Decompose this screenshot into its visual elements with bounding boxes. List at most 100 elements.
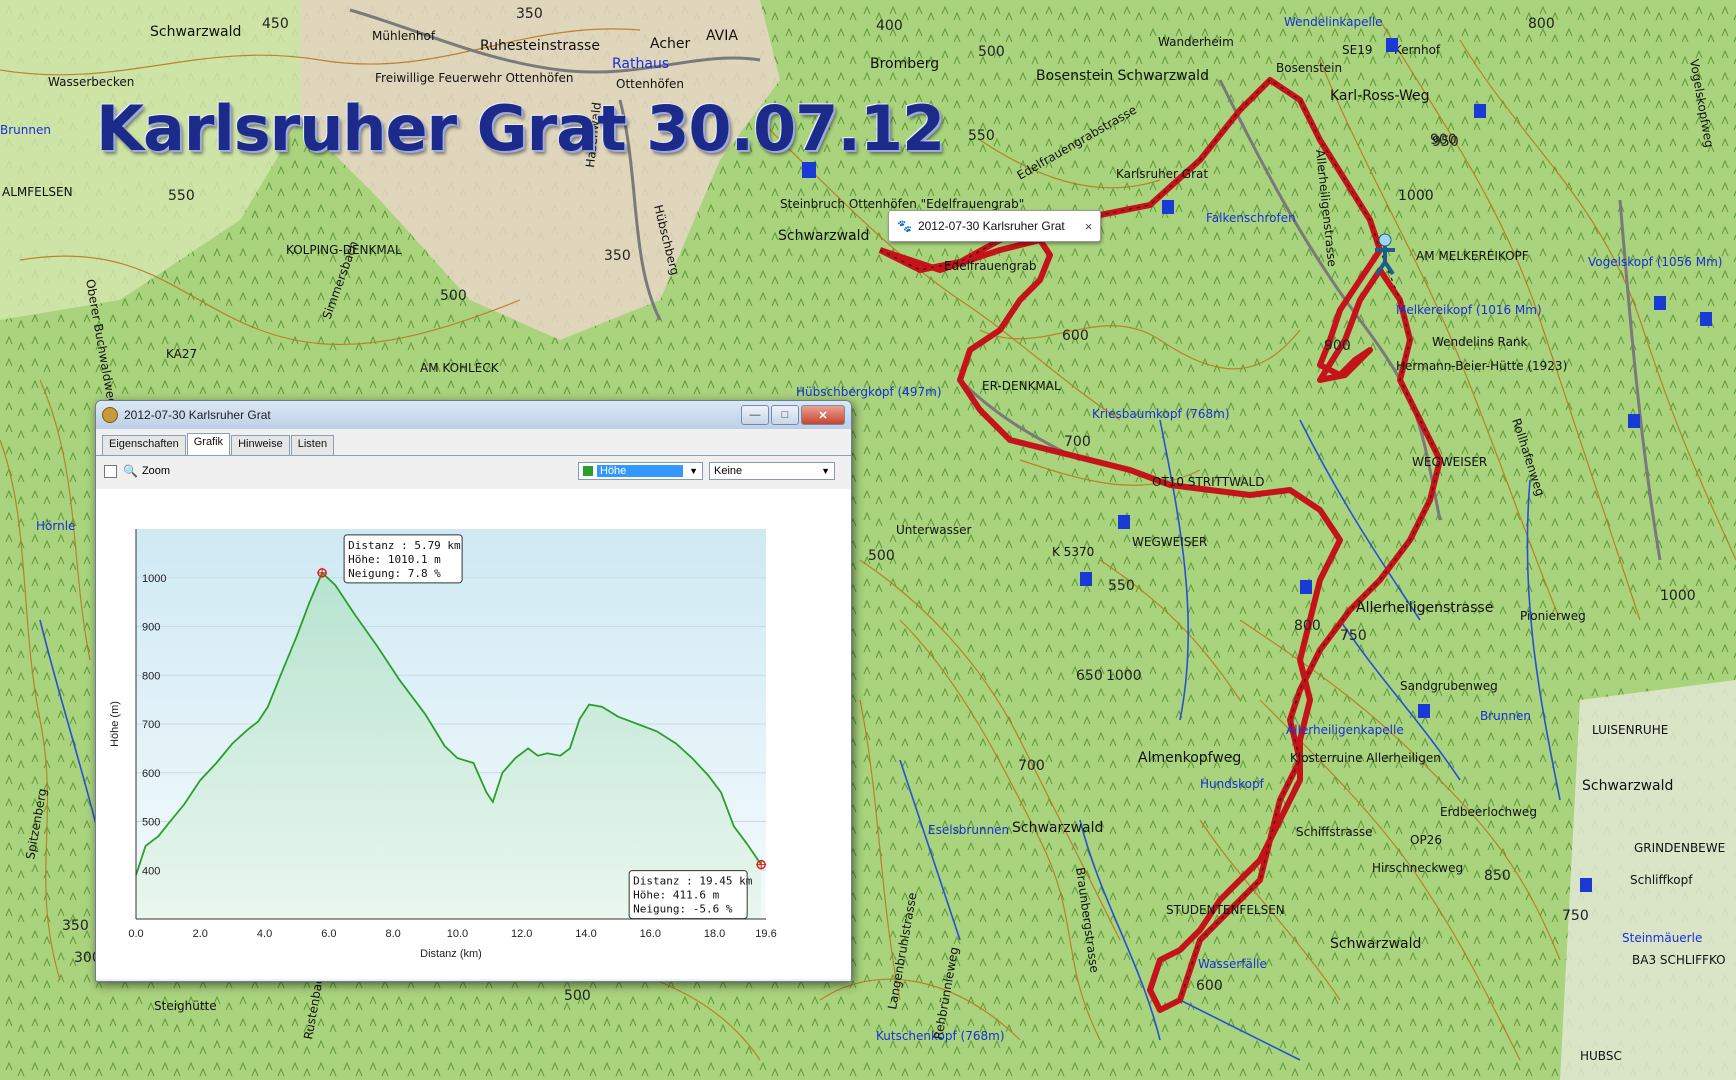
label-road: Hirschneckweg (1372, 861, 1463, 875)
label-road: Allerheiligenstrasse (1356, 600, 1493, 616)
label-poi: AM KOHLECK (420, 361, 500, 375)
label-road: Ruhesteinstrasse (480, 38, 600, 54)
x-tick-label: 12.0 (511, 928, 532, 940)
zoom-checkbox[interactable] (104, 464, 117, 478)
label-poi: Wendelinkapelle (1284, 15, 1383, 29)
svg-text:550: 550 (168, 188, 195, 204)
label-poi: STUDENTENFELSEN (1166, 903, 1285, 917)
label-peak: Schliffkopf (1630, 873, 1693, 887)
label-place: Wanderheim (1158, 35, 1234, 49)
label-poi: KA27 (166, 347, 197, 361)
x-tick-label: 4.0 (257, 928, 272, 940)
y-tick-label: 400 (142, 865, 160, 877)
label-poi: Brunnen (0, 123, 51, 137)
label-place: Schwarzwald (778, 228, 869, 244)
label-poi: BA3 SCHLIFFKO (1632, 953, 1726, 967)
y-tick-label: 700 (142, 719, 160, 731)
svg-text:1000: 1000 (1106, 668, 1142, 684)
compare-select[interactable]: Keine ▼ (709, 462, 835, 480)
track-icon: 🐾 (897, 219, 912, 233)
svg-text:800: 800 (1294, 618, 1321, 634)
svg-text:500: 500 (978, 44, 1005, 60)
annotation-text: Höhe: 411.6 m (633, 889, 719, 902)
label-poi: Wendelins Rank (1432, 335, 1528, 349)
x-axis-label: Distanz (km) (420, 948, 482, 960)
svg-text:350: 350 (516, 6, 543, 22)
tab-grafik[interactable]: Grafik (186, 433, 231, 455)
x-tick-label: 6.0 (321, 928, 336, 940)
window-title: 2012-07-30 Karlsruher Grat (124, 408, 271, 422)
label-poi: Brunnen (1480, 709, 1531, 723)
svg-text:1000: 1000 (1398, 188, 1434, 204)
label-poi: ER-DENKMAL (982, 379, 1061, 393)
series-select[interactable]: Höhe ▼ (578, 462, 703, 480)
label-peak: Hörnle (36, 519, 75, 533)
zoom-label: Zoom (141, 465, 171, 477)
label-poi: GRINDENBEWE (1634, 841, 1725, 855)
label-poi: OT10 STRITTWALD (1152, 475, 1264, 489)
svg-text:1000: 1000 (1660, 588, 1696, 604)
track-callout[interactable]: 🐾 2012-07-30 Karlsruher Grat × (888, 210, 1102, 242)
window-titlebar[interactable]: 2012-07-30 Karlsruher Grat — □ ✕ (96, 401, 851, 429)
label-place: Schwarzwald (1330, 936, 1421, 952)
annotation-text: Distanz : 5.79 km (348, 539, 461, 552)
label-poi: OP26 (1410, 833, 1442, 847)
tab-bar: Eigenschaften Grafik Hinweise Listen (96, 429, 851, 456)
label-road: Karl-Ross-Weg (1330, 88, 1429, 104)
svg-text:400: 400 (876, 18, 903, 34)
label-poi: Freiwillige Feuerwehr Ottenhöfen (375, 71, 574, 85)
tab-eigenschaften[interactable]: Eigenschaften (102, 435, 186, 455)
label-peak: Melkereikopf (1016 Mm) (1396, 303, 1542, 317)
close-button[interactable]: ✕ (801, 405, 845, 425)
label-poi: Falkenschrofen (1206, 211, 1296, 225)
svg-text:350: 350 (604, 248, 631, 264)
label-place: Bosenstein Schwarzwald (1036, 68, 1209, 84)
minimize-button[interactable]: — (741, 405, 769, 425)
maximize-button[interactable]: □ (771, 405, 799, 425)
x-tick-label: 19.6 (755, 928, 776, 940)
label-poi: Rathaus (612, 56, 669, 72)
label-poi: SE19 (1342, 43, 1372, 57)
label-peak: Vogelskopf (1056 Mm) (1588, 255, 1722, 269)
tab-hinweise[interactable]: Hinweise (231, 435, 290, 455)
label-road: Sandgrubenweg (1400, 679, 1498, 693)
label-poi: Steinmäuerle (1622, 931, 1702, 945)
close-icon[interactable]: × (1085, 219, 1093, 234)
series-select-value: Höhe (597, 465, 683, 477)
x-tick-label: 8.0 (385, 928, 400, 940)
tab-listen[interactable]: Listen (290, 435, 335, 455)
label-road: K 5370 (1052, 545, 1094, 559)
elevation-chart[interactable]: 0.0 2.0 4.0 6.0 8.0 10.0 12.0 14.0 16.0 18.0 19.6 4… (96, 489, 851, 979)
label-road: Pionierweg (1520, 609, 1586, 623)
svg-text:900: 900 (1324, 338, 1351, 354)
label-poi: Steinbruch Ottenhöfen "Edelfrauengrab" (780, 197, 1024, 211)
x-tick-label: 0.0 (128, 928, 143, 940)
x-tick-label: 2.0 (193, 928, 208, 940)
svg-text:550: 550 (968, 128, 995, 144)
svg-text:700: 700 (1018, 758, 1045, 774)
svg-text:750: 750 (1340, 628, 1367, 644)
label-place: Ottenhöfen (616, 77, 684, 91)
label-poi: Edelfrauengrab (944, 259, 1037, 273)
label-poi: Karlsruher Grat (1116, 167, 1208, 181)
map-title: Karlsruher Grat 30.07.12 (96, 92, 945, 165)
label-poi: LUISENRUHE (1592, 723, 1668, 737)
label-place: Mühlenhof (372, 29, 436, 43)
svg-text:950: 950 (1432, 134, 1459, 150)
label-poi: Allerheiligenkapelle (1286, 723, 1404, 737)
label-road: Schiffstrasse (1296, 825, 1373, 839)
label-poi: Eselsbrunnen (928, 823, 1009, 837)
elevation-profile-window[interactable]: 2012-07-30 Karlsruher Grat — □ ✕ Eigensc… (95, 400, 852, 982)
x-tick-label: 14.0 (575, 928, 596, 940)
label-poi: Steighütte (154, 999, 217, 1013)
y-tick-label: 800 (142, 670, 160, 682)
annotation-text: Höhe: 1010.1 m (348, 553, 441, 566)
x-tick-label: 18.0 (704, 928, 725, 940)
svg-text:350: 350 (62, 918, 89, 934)
label-place: Unterwasser (896, 523, 971, 537)
label-place: Schwarzwald (1582, 778, 1673, 794)
label-road: Erdbeerlochweg (1440, 805, 1537, 819)
label-road: HUBSC (1580, 1049, 1622, 1063)
label-poi: Wasserbecken (48, 75, 134, 89)
elevation-chart-area[interactable]: 0.0 2.0 4.0 6.0 8.0 10.0 12.0 14.0 16.0 18.0 19.6 4… (96, 489, 851, 979)
